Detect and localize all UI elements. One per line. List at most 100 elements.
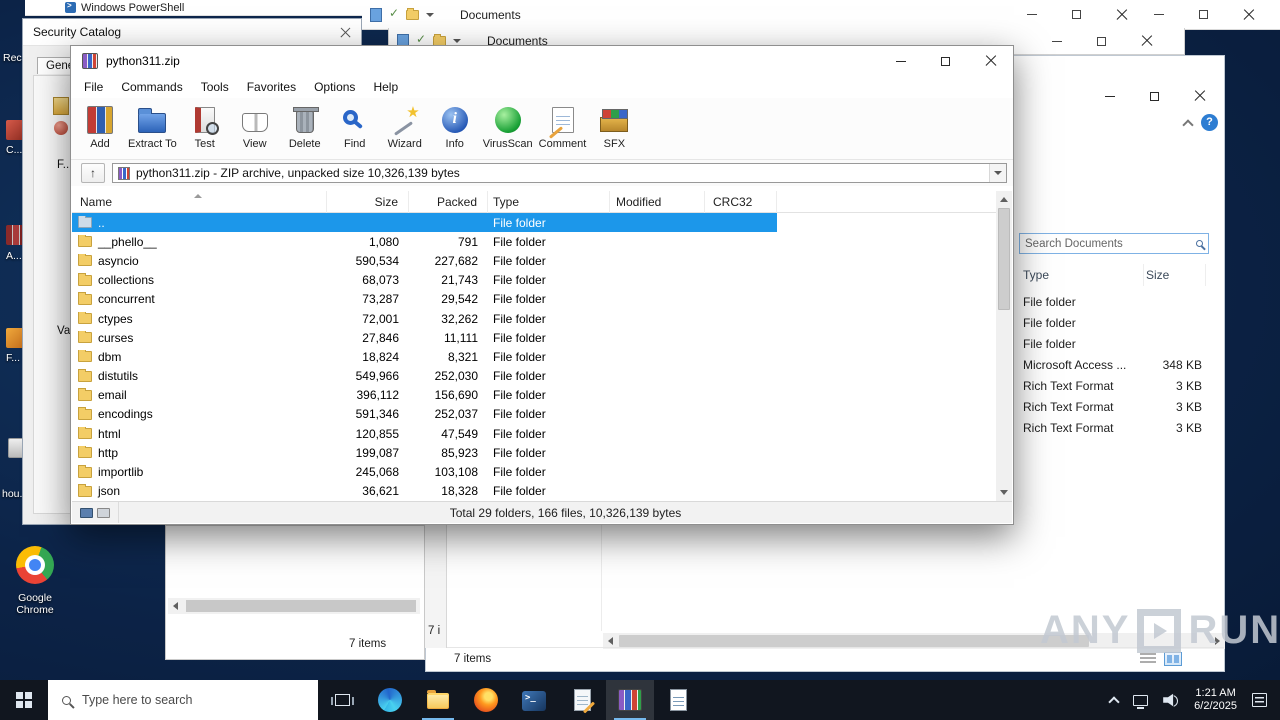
toolbar-sfx-button[interactable]: SFX [589, 101, 639, 159]
check-icon[interactable] [389, 6, 399, 20]
toolbar-test-button[interactable]: Test [180, 101, 230, 159]
vertical-scrollbar[interactable] [996, 191, 1012, 501]
archive-row-..[interactable]: .. File folder [72, 213, 777, 233]
documents-row[interactable]: Rich Text Format 3 KB [1019, 375, 1209, 396]
chrome-icon[interactable] [16, 546, 54, 584]
task-view-button[interactable] [318, 680, 366, 720]
menu-file[interactable]: File [75, 76, 112, 98]
close-button[interactable] [1177, 82, 1222, 110]
taskbar-winrar-button[interactable] [606, 680, 654, 720]
help-icon[interactable] [1201, 114, 1218, 131]
toolbar-find-button[interactable]: Find [330, 101, 380, 159]
column-header-size[interactable]: Size [1144, 264, 1206, 286]
action-center-icon[interactable] [1252, 693, 1267, 707]
archive-row-collections[interactable]: collections 68,073 21,743 File folder [72, 271, 777, 290]
taskbar-notepad-button[interactable] [558, 680, 606, 720]
close-button[interactable] [968, 46, 1013, 76]
search-documents-input[interactable]: Search Documents [1019, 233, 1209, 254]
documents-row[interactable]: Rich Text Format 3 KB [1019, 417, 1209, 438]
archive-row-email[interactable]: email 396,112 156,690 File folder [72, 386, 777, 405]
archive-row-curses[interactable]: curses 27,846 11,111 File folder [72, 328, 777, 347]
maximize-button[interactable] [1181, 0, 1226, 29]
menu-favorites[interactable]: Favorites [238, 76, 305, 98]
toolbar-virus-button[interactable]: VirusScan [480, 101, 536, 159]
archive-row-http[interactable]: http 199,087 85,923 File folder [72, 443, 777, 462]
scrollbar-thumb[interactable] [186, 600, 416, 612]
security-catalog-titlebar[interactable]: Security Catalog [23, 19, 361, 46]
minimize-button[interactable] [1087, 82, 1132, 110]
taskbar-explorer-button[interactable] [414, 680, 462, 720]
archive-row-__phello__[interactable]: __phello__ 1,080 791 File folder [72, 232, 777, 251]
archive-row-importlib[interactable]: importlib 245,068 103,108 File folder [72, 462, 777, 481]
scrollbar-thumb[interactable] [998, 208, 1010, 310]
column-header-packed[interactable]: Packed [409, 190, 488, 213]
archive-row-html[interactable]: html 120,855 47,549 File folder [72, 424, 777, 443]
documents-row[interactable]: Microsoft Access ... 348 KB [1019, 354, 1209, 375]
menu-tools[interactable]: Tools [192, 76, 238, 98]
minimize-button[interactable] [878, 46, 923, 76]
chevron-down-icon[interactable] [453, 39, 461, 43]
menu-options[interactable]: Options [305, 76, 364, 98]
start-button[interactable] [0, 680, 48, 720]
scrollbar-thumb[interactable] [619, 635, 1089, 647]
toolbar-comment-button[interactable]: Comment [536, 101, 590, 159]
close-button[interactable] [1226, 0, 1271, 29]
scroll-left-icon[interactable] [608, 637, 613, 645]
menu-help[interactable]: Help [364, 76, 407, 98]
maximize-button[interactable] [1054, 0, 1099, 29]
folder-icon[interactable] [406, 7, 419, 20]
maximize-button[interactable] [1132, 82, 1177, 110]
taskbar-search-input[interactable]: Type here to search [48, 680, 318, 720]
taskbar-clock[interactable]: 1:21 AM 6/2/2025 [1194, 687, 1237, 713]
scroll-up-icon[interactable] [1000, 197, 1008, 202]
taskbar-powershell-button[interactable] [510, 680, 558, 720]
toolbar-view-button[interactable]: View [230, 101, 280, 159]
column-header-crc32[interactable]: CRC32 [705, 190, 777, 213]
chevron-down-icon[interactable] [426, 12, 434, 17]
details-view-icon[interactable] [1140, 653, 1156, 665]
toolbar-info-button[interactable]: Info [430, 101, 480, 159]
archive-row-concurrent[interactable]: concurrent 73,287 29,542 File folder [72, 290, 777, 309]
toolbar-add-button[interactable]: Add [75, 101, 125, 159]
scroll-down-icon[interactable] [1000, 490, 1008, 495]
taskbar-firefox-button[interactable] [462, 680, 510, 720]
powershell-titlebar[interactable]: Windows PowerShell [25, 0, 362, 16]
archive-row-asyncio[interactable]: asyncio 590,534 227,682 File folder [72, 251, 777, 270]
scroll-left-icon[interactable] [173, 602, 178, 610]
documents-window-titlebar-1[interactable]: Documents [362, 0, 1280, 30]
desktop-icon-label[interactable]: C... [6, 144, 22, 156]
tray-chevron-icon[interactable] [1108, 696, 1120, 708]
ribbon-collapse-icon[interactable] [1182, 118, 1194, 131]
documents-row[interactable]: Rich Text Format 3 KB [1019, 396, 1209, 417]
archive-row-json[interactable]: json 36,621 18,328 File folder [72, 482, 777, 501]
archive-row-ctypes[interactable]: ctypes 72,001 32,262 File folder [72, 309, 777, 328]
chrome-icon-label[interactable]: Google Chrome [4, 592, 66, 616]
documents-row[interactable]: File folder [1019, 312, 1209, 333]
archive-row-encodings[interactable]: encodings 591,346 252,037 File folder [72, 405, 777, 424]
winrar-window[interactable]: python311.zip File Commands Tools Favorites… [70, 45, 1014, 525]
toolbar-extract-button[interactable]: Extract To [125, 101, 180, 159]
taskbar-wordpad-button[interactable] [654, 680, 702, 720]
archive-row-distutils[interactable]: distutils 549,966 252,030 File folder [72, 367, 777, 386]
taskbar-edge-button[interactable] [366, 680, 414, 720]
close-button[interactable] [1124, 28, 1169, 54]
thumbnail-view-icon[interactable] [1164, 652, 1182, 666]
documents-row[interactable]: File folder [1019, 291, 1209, 312]
desktop-icon-label[interactable]: F... [6, 352, 20, 364]
minimize-button[interactable] [1009, 0, 1054, 29]
minimize-button[interactable] [1034, 28, 1079, 54]
winrar-titlebar[interactable]: python311.zip [71, 46, 1013, 76]
column-header-type[interactable]: Type [488, 190, 610, 213]
up-button[interactable] [81, 163, 105, 183]
documents-row[interactable]: File folder [1019, 333, 1209, 354]
menu-commands[interactable]: Commands [112, 76, 191, 98]
minimize-button[interactable] [1136, 0, 1181, 29]
horizontal-scrollbar[interactable] [168, 598, 420, 614]
column-header-size[interactable]: Size [327, 190, 409, 213]
dropdown-icon[interactable] [989, 164, 1006, 182]
network-icon[interactable] [1133, 694, 1149, 709]
volume-icon[interactable] [1163, 693, 1179, 707]
close-icon[interactable] [340, 27, 351, 38]
column-header-modified[interactable]: Modified [610, 190, 705, 213]
archive-path-combobox[interactable]: python311.zip - ZIP archive, unpacked si… [112, 163, 1007, 183]
